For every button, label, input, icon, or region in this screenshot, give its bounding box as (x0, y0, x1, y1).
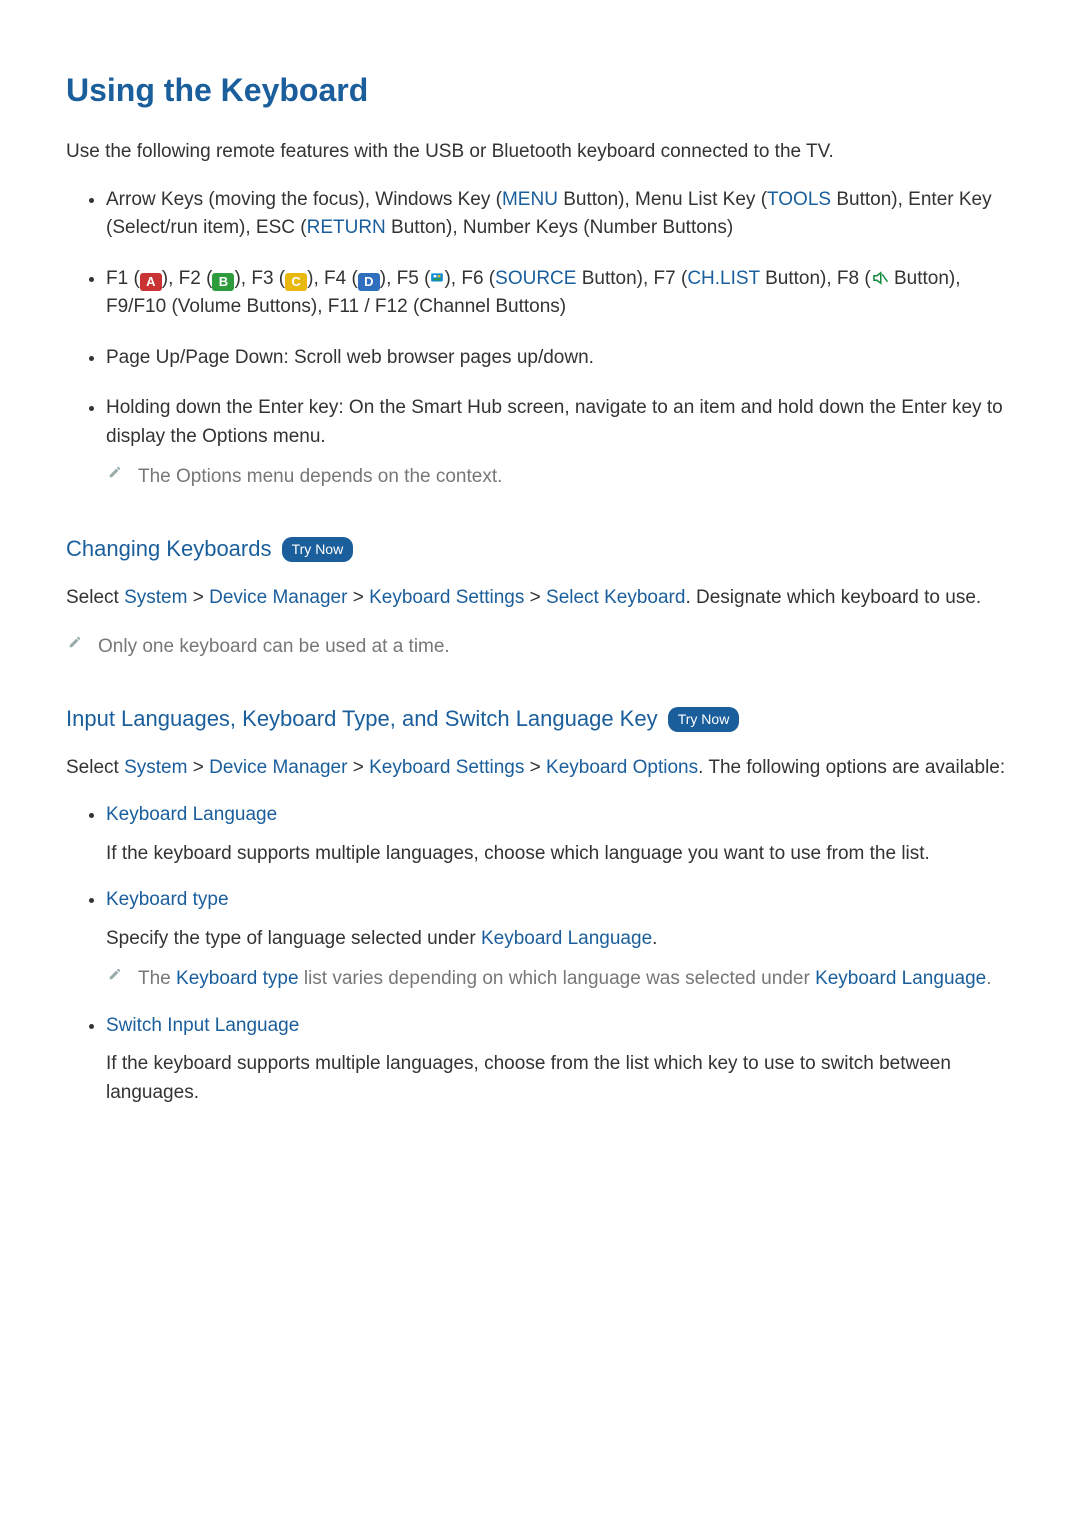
option-title-keyboard-language: Keyboard Language (106, 801, 1014, 830)
options-list: Keyboard Language If the keyboard suppor… (66, 801, 1014, 1107)
section-heading-changing-keyboards: Changing Keyboards Try Now (66, 532, 1014, 565)
source-button-label: SOURCE (495, 268, 576, 289)
menu-button-label: MENU (502, 189, 558, 210)
note: The Options menu depends on the context. (106, 461, 1014, 492)
menu-path-system: System (124, 587, 187, 608)
option-title-keyboard-type: Keyboard type (106, 886, 1014, 915)
menu-path-keyboard-options: Keyboard Options (546, 757, 698, 778)
menu-path-device-manager: Device Manager (209, 757, 347, 778)
pencil-icon (106, 465, 124, 479)
section-heading-input-languages: Input Languages, Keyboard Type, and Swit… (66, 702, 1014, 735)
option-title-switch-input-language: Switch Input Language (106, 1012, 1014, 1041)
menu-path-system: System (124, 757, 187, 778)
blue-d-chip-icon: D (358, 273, 380, 291)
list-item: F1 (A), F2 (B), F3 (C), F4 (D), F5 (), F… (106, 265, 1014, 322)
menu-path-keyboard-settings: Keyboard Settings (369, 757, 524, 778)
list-item: Arrow Keys (moving the focus), Windows K… (106, 186, 1014, 243)
section-text: Select System > Device Manager > Keyboar… (66, 584, 1014, 613)
option-desc: If the keyboard supports multiple langua… (106, 840, 1014, 869)
pencil-icon (66, 635, 84, 649)
list-item: Keyboard type Specify the type of langua… (106, 886, 1014, 994)
list-item: Switch Input Language If the keyboard su… (106, 1012, 1014, 1108)
yellow-c-chip-icon: C (285, 273, 307, 291)
feature-list: Arrow Keys (moving the focus), Windows K… (66, 186, 1014, 492)
menu-path-device-manager: Device Manager (209, 587, 347, 608)
try-now-badge[interactable]: Try Now (282, 537, 354, 562)
mute-icon (871, 269, 889, 287)
list-item: Keyboard Language If the keyboard suppor… (106, 801, 1014, 868)
smart-hub-icon (430, 271, 444, 285)
tools-button-label: TOOLS (767, 189, 831, 210)
return-button-label: RETURN (307, 217, 386, 238)
red-a-chip-icon: A (140, 273, 162, 291)
menu-path-keyboard-settings: Keyboard Settings (369, 587, 524, 608)
green-b-chip-icon: B (212, 273, 234, 291)
section-text: Select System > Device Manager > Keyboar… (66, 754, 1014, 783)
try-now-badge[interactable]: Try Now (668, 707, 740, 732)
menu-path-select-keyboard: Select Keyboard (546, 587, 685, 608)
intro-text: Use the following remote features with t… (66, 138, 1014, 167)
chlist-button-label: CH.LIST (687, 268, 760, 289)
note: The Keyboard type list varies depending … (106, 963, 1014, 994)
option-desc: Specify the type of language selected un… (106, 925, 1014, 954)
note: Only one keyboard can be used at a time. (66, 631, 1014, 662)
page-title: Using the Keyboard (66, 66, 1014, 114)
option-desc: If the keyboard supports multiple langua… (106, 1050, 1014, 1107)
list-item: Page Up/Page Down: Scroll web browser pa… (106, 344, 1014, 373)
list-item: Holding down the Enter key: On the Smart… (106, 394, 1014, 492)
pencil-icon (106, 967, 124, 981)
